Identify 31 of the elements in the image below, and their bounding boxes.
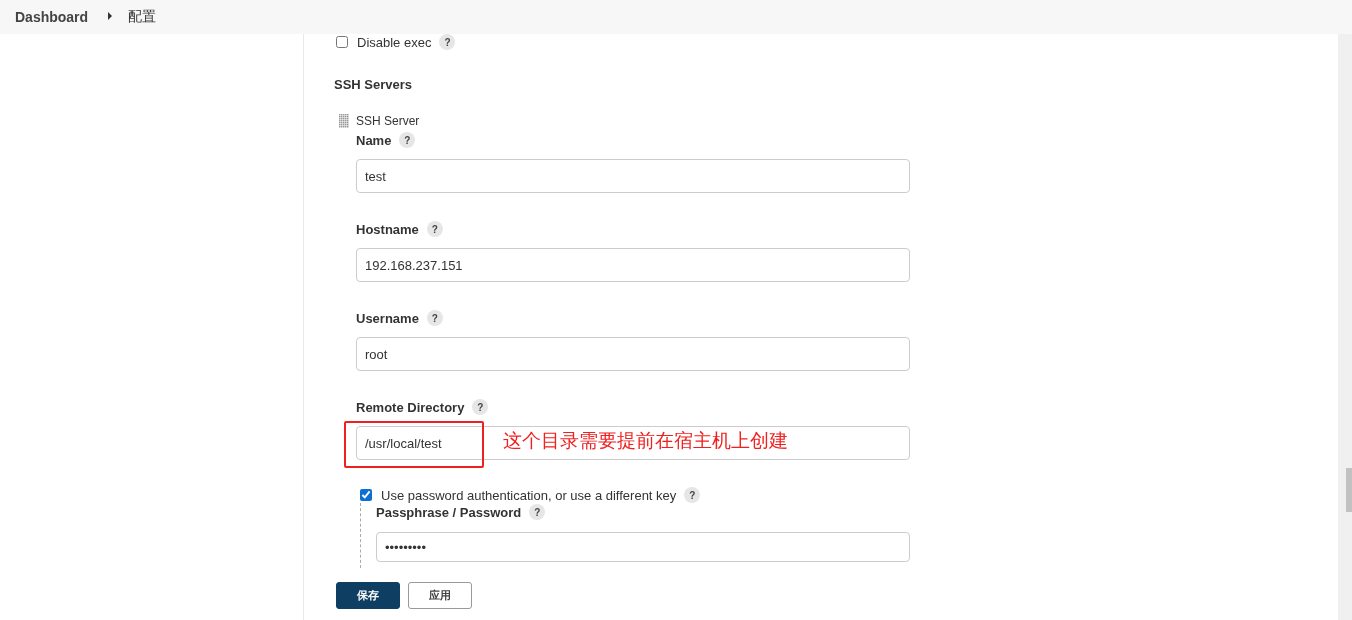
apply-button[interactable]: 应用	[408, 582, 472, 609]
help-icon[interactable]: ?	[472, 399, 489, 415]
section-title: SSH Servers	[334, 77, 414, 92]
field-label: Passphrase / Password	[376, 504, 522, 520]
caret-icon	[108, 12, 113, 20]
help-icon[interactable]: ?	[426, 221, 443, 237]
help-icon[interactable]: ?	[439, 34, 456, 50]
help-icon[interactable]: ?	[684, 487, 701, 503]
server-title: SSH Server	[356, 113, 421, 129]
annotation-text: 这个目录需要提前在宿主机上创建	[503, 429, 788, 453]
disable-exec-checkbox[interactable]	[336, 36, 348, 48]
password-auth-checkbox[interactable]	[360, 489, 372, 501]
breadcrumb-link[interactable]: 配置	[128, 8, 157, 26]
checkbox-label: Use password authentication, or use a different key	[381, 487, 677, 503]
help-icon[interactable]: ?	[529, 504, 546, 520]
text-field[interactable]: 192.168.237.151	[356, 248, 910, 282]
checkbox-label: Disable exec	[357, 34, 432, 50]
text-field[interactable]: root	[356, 337, 910, 371]
drag-handle-icon[interactable]	[339, 114, 349, 128]
field-label: Username	[356, 310, 419, 326]
help-icon[interactable]: ?	[426, 310, 443, 326]
scrollbar-thumb[interactable]	[1346, 468, 1352, 512]
breadcrumb-link[interactable]: Dashboard	[15, 9, 89, 25]
field-label: Remote Directory	[356, 399, 465, 415]
password-field[interactable]: •••••••••	[376, 532, 910, 562]
field-label: Hostname	[356, 221, 419, 237]
scrollbar[interactable]	[1338, 34, 1352, 620]
help-icon[interactable]: ?	[399, 132, 416, 148]
save-button[interactable]: 保存	[336, 582, 400, 609]
text-field[interactable]: test	[356, 159, 910, 193]
field-label: Name	[356, 132, 392, 148]
